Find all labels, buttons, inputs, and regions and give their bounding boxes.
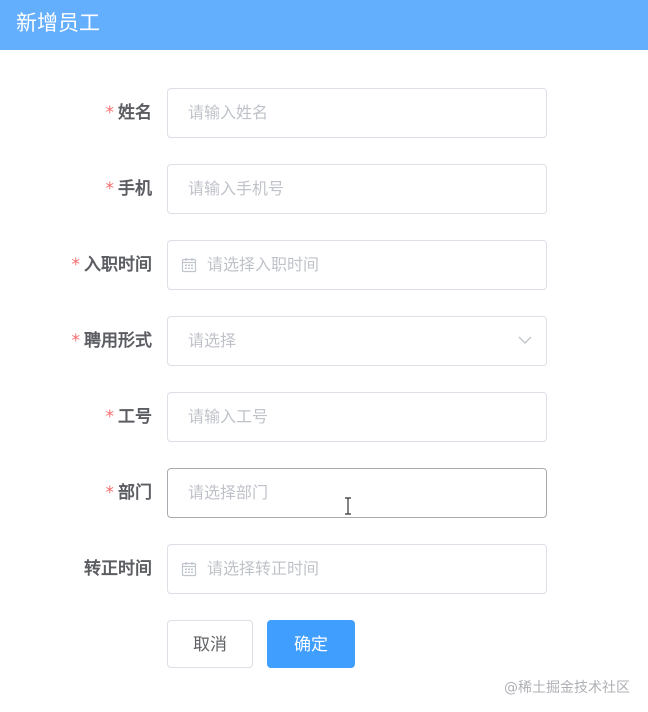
chevron-down-icon <box>518 336 532 344</box>
employee-id-placeholder: 请输入工号 <box>188 407 269 426</box>
form-row-phone: * 手机 请输入手机号 <box>0 164 648 214</box>
regularization-date-picker[interactable]: 请选择转正时间 <box>167 544 547 594</box>
form-row-hire-date: * 入职时间 请选择入职时间 <box>0 240 648 290</box>
form-row-employment-type: * 聘用形式 请选择 <box>0 316 648 366</box>
required-mark: * <box>71 255 81 275</box>
department-input[interactable]: 请选择部门 <box>167 468 547 518</box>
form-row-name: * 姓名 请输入姓名 <box>0 88 648 138</box>
form-label-employment-type: * 聘用形式 <box>72 316 153 366</box>
text-cursor-icon <box>345 497 351 515</box>
required-mark: * <box>105 407 115 427</box>
phone-input-placeholder: 请输入手机号 <box>188 179 285 198</box>
employee-id-input[interactable]: 请输入工号 <box>167 392 547 442</box>
calendar-icon <box>181 258 197 273</box>
department-placeholder: 请选择部门 <box>188 483 269 502</box>
add-employee-dialog: 新增员工 * 姓名 请输入姓名 * 手机 请输入手机号 * 入职时间 请选择入职时间 <box>0 0 648 712</box>
required-mark: * <box>105 179 115 199</box>
form-label-regularization-date: 转正时间 <box>84 544 152 594</box>
form-label-department: * 部门 <box>106 468 153 518</box>
form-row-regularization-date: 转正时间 请选择转正时间 <box>0 544 648 594</box>
required-mark: * <box>105 103 115 123</box>
label-text: 转正时间 <box>84 559 152 579</box>
phone-input[interactable]: 请输入手机号 <box>167 164 547 214</box>
label-text: 工号 <box>118 407 152 427</box>
label-text: 姓名 <box>118 103 152 123</box>
dialog-header: 新增员工 <box>0 0 648 50</box>
dialog-title: 新增员工 <box>16 11 100 35</box>
form-label-hire-date: * 入职时间 <box>72 240 153 290</box>
label-text: 聘用形式 <box>84 331 152 351</box>
label-text: 部门 <box>118 483 152 503</box>
employment-type-select[interactable]: 请选择 <box>167 316 547 366</box>
cancel-button[interactable]: 取消 <box>167 620 253 668</box>
regularization-date-placeholder: 请选择转正时间 <box>207 559 320 578</box>
employment-type-placeholder: 请选择 <box>188 331 237 350</box>
form-label-name: * 姓名 <box>106 88 153 138</box>
label-text: 手机 <box>118 179 152 199</box>
required-mark: * <box>71 331 81 351</box>
form-label-employee-id: * 工号 <box>106 392 153 442</box>
watermark: @稀土掘金技术社区 <box>504 680 630 696</box>
confirm-button[interactable]: 确定 <box>267 620 355 668</box>
calendar-icon <box>181 562 197 577</box>
hire-date-placeholder: 请选择入职时间 <box>207 255 320 274</box>
required-mark: * <box>105 483 115 503</box>
form-row-employee-id: * 工号 请输入工号 <box>0 392 648 442</box>
hire-date-picker[interactable]: 请选择入职时间 <box>167 240 547 290</box>
form-row-department: * 部门 请选择部门 <box>0 468 648 518</box>
name-input[interactable]: 请输入姓名 <box>167 88 547 138</box>
name-input-placeholder: 请输入姓名 <box>188 103 269 122</box>
form-label-phone: * 手机 <box>106 164 153 214</box>
label-text: 入职时间 <box>84 255 152 275</box>
